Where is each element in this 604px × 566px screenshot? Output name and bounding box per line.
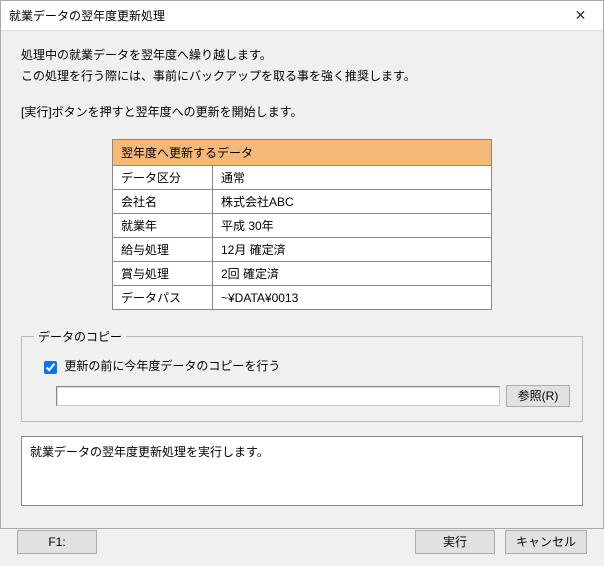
execute-button[interactable]: 実行 [415,530,495,554]
table-header: 翌年度へ更新するデータ [113,140,492,166]
copy-checkbox-row: 更新の前に今年度データのコピーを行う [40,357,570,376]
row-label: データ区分 [113,166,213,190]
copy-checkbox-text: 更新の前に今年度データのコピーを行う [64,359,280,373]
message-line-1: 処理中の就業データを翌年度へ繰り越します。 [21,47,583,64]
status-box: 就業データの翌年度更新処理を実行します。 [21,436,583,506]
dialog-window: 就業データの翌年度更新処理 ✕ 処理中の就業データを翌年度へ繰り越します。 この… [0,0,604,529]
message-line-3: [実行]ボタンを押すと翌年度への更新を開始します。 [21,104,583,121]
close-button[interactable]: ✕ [558,1,603,30]
browse-button[interactable]: 参照(R) [506,385,570,407]
status-text: 就業データの翌年度更新処理を実行します。 [30,445,269,459]
row-value: ~¥DATA¥0013 [213,286,492,310]
titlebar: 就業データの翌年度更新処理 ✕ [1,1,603,31]
message-line-2: この処理を行う際には、事前にバックアップを取る事を強く推奨します。 [21,68,583,85]
window-title: 就業データの翌年度更新処理 [9,7,558,24]
row-value: 株式会社ABC [213,190,492,214]
row-value: 2回 確定済 [213,262,492,286]
table-row: 会社名 株式会社ABC [113,190,492,214]
f1-button[interactable]: F1: [17,530,97,554]
table-row: 給与処理 12月 確定済 [113,238,492,262]
copy-path-row: 参照(R) [34,385,570,407]
table-row: データパス ~¥DATA¥0013 [113,286,492,310]
table-row: 賞与処理 2回 確定済 [113,262,492,286]
footer: F1: 実行 キャンセル [1,522,603,566]
row-value: 12月 確定済 [213,238,492,262]
copy-fieldset: データのコピー 更新の前に今年度データのコピーを行う 参照(R) [21,328,583,421]
table-row: データ区分 通常 [113,166,492,190]
copy-legend: データのコピー [34,328,126,345]
row-label: 就業年 [113,214,213,238]
copy-checkbox[interactable] [44,361,57,374]
row-value: 平成 30年 [213,214,492,238]
data-table-wrap: 翌年度へ更新するデータ データ区分 通常 会社名 株式会社ABC 就業年 平成 … [21,139,583,310]
row-label: 給与処理 [113,238,213,262]
content-area: 処理中の就業データを翌年度へ繰り越します。 この処理を行う際には、事前にバックア… [1,31,603,522]
row-label: 会社名 [113,190,213,214]
row-label: データパス [113,286,213,310]
close-icon: ✕ [575,7,587,24]
row-value: 通常 [213,166,492,190]
copy-path-input[interactable] [56,386,500,406]
update-data-table: 翌年度へ更新するデータ データ区分 通常 会社名 株式会社ABC 就業年 平成 … [112,139,492,310]
copy-checkbox-label[interactable]: 更新の前に今年度データのコピーを行う [40,359,280,373]
table-row: 就業年 平成 30年 [113,214,492,238]
cancel-button[interactable]: キャンセル [505,530,587,554]
row-label: 賞与処理 [113,262,213,286]
